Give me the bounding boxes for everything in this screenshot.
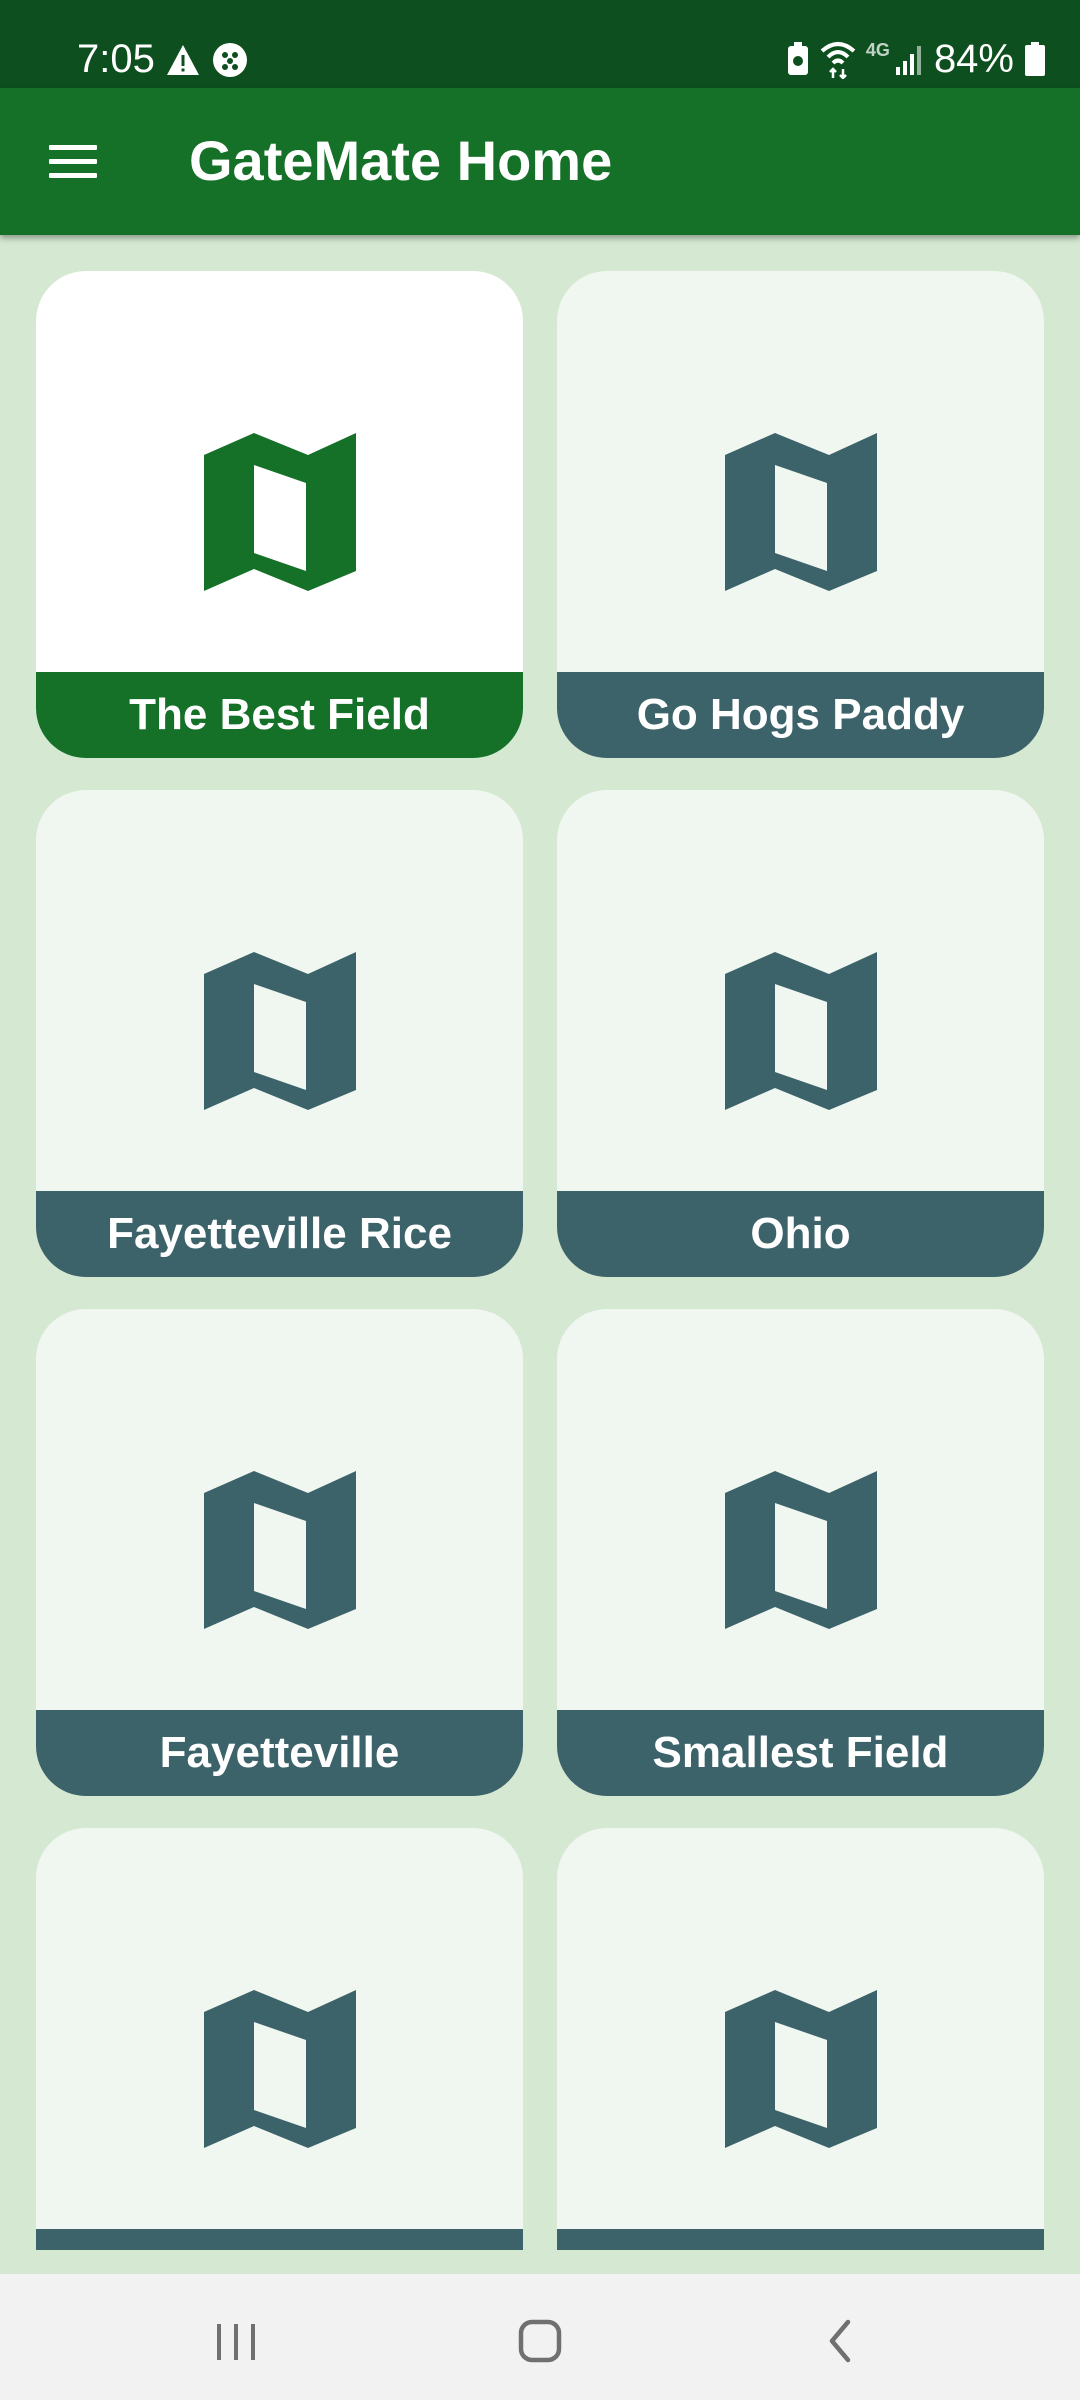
field-card[interactable] [36,1828,523,2250]
back-icon[interactable] [781,2302,901,2372]
field-card[interactable]: Fayetteville [36,1309,523,1796]
hamburger-menu-icon[interactable] [40,131,106,191]
field-card-label: The Best Field [36,672,523,758]
field-card-label: Ohio [557,1191,1044,1277]
field-card[interactable] [557,1828,1044,2250]
field-grid: The Best Field Go Hogs Paddy Fayetteville … [36,271,1044,2250]
map-icon [721,1988,881,2148]
map-icon [200,1988,360,2148]
field-card-label: Smallest Field [557,1710,1044,1796]
map-icon [721,431,881,591]
field-card[interactable]: The Best Field [36,271,523,758]
network-type: 4G [865,39,890,60]
status-bar: 7:05 4G 84% [0,0,1080,88]
recent-apps-icon[interactable] [176,2302,296,2372]
map-icon [721,1469,881,1629]
status-time: 7:05 [77,37,155,81]
field-card[interactable]: Smallest Field [557,1309,1044,1796]
notification-dots-icon [213,43,247,77]
map-icon [200,1469,360,1629]
map-icon [200,950,360,1110]
status-icons: 4G 84% [786,36,1046,82]
app-bar: GateMate Home [0,88,1080,235]
field-card-label: Go Hogs Paddy [557,672,1044,758]
battery-icon [1025,42,1045,76]
map-icon [200,431,360,591]
field-card[interactable]: Fayetteville Rice [36,790,523,1277]
field-grid-viewport[interactable]: The Best Field Go Hogs Paddy Fayetteville … [0,235,1080,2250]
wifi-icon [820,42,856,79]
home-icon[interactable] [480,2302,600,2372]
field-card-label: Fayetteville Rice [36,1191,523,1277]
system-nav-bar [0,2274,1080,2400]
battery-saver-icon [787,42,808,75]
warning-icon [167,45,199,75]
battery-percent: 84% [933,37,1014,81]
field-card-label [36,2229,523,2250]
cell-signal-icon [895,46,921,75]
field-card[interactable]: Ohio [557,790,1044,1277]
page-title: GateMate Home [189,129,613,192]
field-card[interactable]: Go Hogs Paddy [557,271,1044,758]
field-card-label [557,2229,1044,2250]
field-card-label: Fayetteville [36,1710,523,1796]
map-icon [721,950,881,1110]
